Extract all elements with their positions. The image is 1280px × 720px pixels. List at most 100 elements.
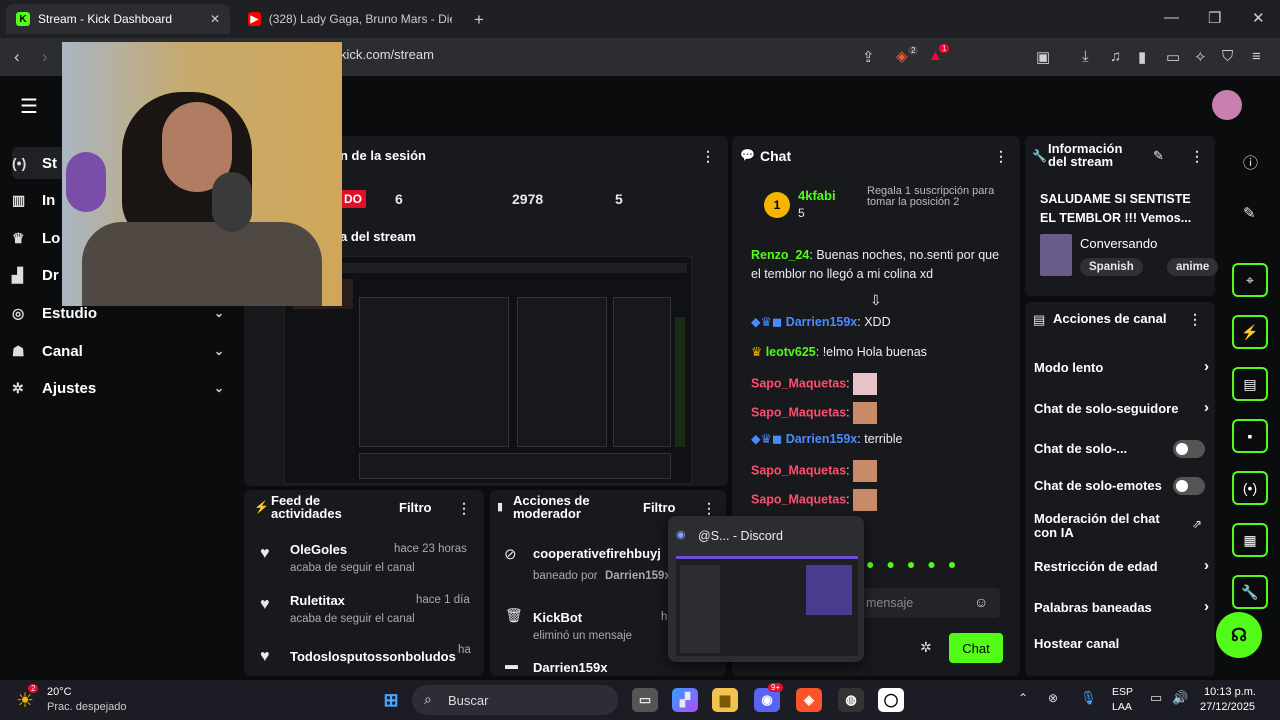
- rail-button-notes[interactable]: ▤: [1232, 367, 1268, 401]
- close-tab-icon[interactable]: ✕: [210, 12, 220, 26]
- action-host-channel[interactable]: Hostear canal: [1034, 636, 1209, 651]
- ai-icon[interactable]: ✧: [1194, 48, 1207, 66]
- close-window-icon[interactable]: ✕: [1252, 9, 1265, 27]
- filter-button[interactable]: Filtro: [643, 500, 676, 515]
- display-icon[interactable]: ▭: [1150, 690, 1162, 706]
- back-icon[interactable]: ‹: [14, 47, 20, 67]
- filter-button[interactable]: Filtro: [399, 500, 432, 515]
- emote-bar[interactable]: ●●●●●: [866, 556, 1006, 574]
- rail-button-tools[interactable]: 🔧: [1232, 575, 1268, 609]
- kebab-icon[interactable]: ⋮: [1190, 148, 1204, 165]
- new-tab-icon[interactable]: +: [474, 10, 484, 30]
- mod-item-name[interactable]: KickBot: [533, 610, 582, 625]
- sidebar-item-channel[interactable]: ☗ Canal ⌄: [12, 335, 232, 367]
- action-emotes-only[interactable]: Chat de solo-emotes: [1034, 477, 1209, 495]
- chat-username[interactable]: Renzo_24: [751, 248, 809, 262]
- chat-username[interactable]: Darrien159x: [786, 432, 858, 446]
- stream-preview-video[interactable]: [284, 256, 692, 484]
- toggle-emotes-only[interactable]: [1173, 477, 1205, 495]
- language-indicator[interactable]: ESP: [1112, 686, 1133, 698]
- music-icon[interactable]: ♫: [1110, 48, 1121, 65]
- chat-input[interactable]: mensaje ☺: [860, 588, 1000, 618]
- pencil-icon[interactable]: ✎: [1243, 204, 1256, 222]
- action-subs-only[interactable]: Chat de solo-...: [1034, 440, 1209, 458]
- rail-button-capture[interactable]: ⌖: [1232, 263, 1268, 297]
- tab-kick-dashboard[interactable]: K Stream - Kick Dashboard ✕: [6, 4, 230, 34]
- download-icon[interactable]: ⤓: [1082, 48, 1089, 65]
- gifter-count: 5: [798, 206, 805, 220]
- sidebar-icon[interactable]: ▮: [1138, 48, 1146, 66]
- kebab-icon[interactable]: ⋮: [457, 500, 471, 517]
- scroll-down-icon[interactable]: ⇩: [870, 292, 882, 309]
- clock-time[interactable]: 10:13 p.m.: [1204, 686, 1256, 698]
- chevron-up-icon[interactable]: ⌃: [1018, 691, 1028, 705]
- task-view-icon[interactable]: ▭: [632, 688, 658, 712]
- gifter-name[interactable]: 4kfabi: [798, 188, 836, 203]
- menu-icon[interactable]: ≡: [1252, 48, 1261, 65]
- feed-item-name[interactable]: Ruletitax: [290, 593, 345, 608]
- discord-preview-popup[interactable]: ◉ @S... - Discord: [668, 516, 864, 662]
- kebab-icon[interactable]: ⋮: [1188, 311, 1202, 328]
- feed-item-name[interactable]: Todoslosputossonboludos: [290, 649, 456, 664]
- chat-username[interactable]: leotv625: [766, 345, 816, 359]
- action-banned-words[interactable]: Palabras baneadas ›: [1034, 598, 1209, 615]
- m365-icon[interactable]: ▞: [672, 688, 698, 712]
- tag-chip[interactable]: anime: [1167, 258, 1219, 276]
- pencil-icon[interactable]: ✎: [1153, 148, 1164, 164]
- url-field[interactable]: kick.com/stream: [340, 47, 434, 62]
- microphone-icon[interactable]: 🎙: [1080, 690, 1097, 706]
- minimize-icon[interactable]: —: [1164, 9, 1179, 26]
- avatar[interactable]: [1212, 90, 1242, 120]
- send-chat-button[interactable]: Chat: [949, 633, 1003, 663]
- kebab-icon[interactable]: ⋮: [702, 500, 716, 517]
- vpn-icon[interactable]: ⛉: [1222, 48, 1233, 65]
- file-explorer-icon[interactable]: ▆: [712, 688, 738, 712]
- action-followers-only[interactable]: Chat de solo-seguidore ›: [1034, 399, 1209, 416]
- chat-username[interactable]: Sapo_Maquetas: [751, 376, 846, 390]
- app-icon[interactable]: ◯: [878, 688, 904, 712]
- chat-message: Sapo_Maquetas:: [751, 460, 878, 482]
- chat-username[interactable]: Sapo_Maquetas: [751, 492, 846, 506]
- action-age-restriction[interactable]: Restricción de edad ›: [1034, 557, 1209, 574]
- brave-shield-icon[interactable]: ◈: [896, 47, 908, 65]
- rail-button-layout[interactable]: ▦: [1232, 523, 1268, 557]
- mod-item-by[interactable]: Darrien159x: [605, 570, 671, 582]
- toggle-subs-only[interactable]: [1173, 440, 1205, 458]
- feed-item-time: hace 1 día: [416, 594, 470, 606]
- emoji-icon[interactable]: ☺: [974, 594, 988, 610]
- share-icon[interactable]: ⇪: [862, 48, 875, 66]
- kebab-icon[interactable]: ⋮: [701, 148, 715, 165]
- action-slow-mode[interactable]: Modo lento ›: [1034, 358, 1209, 375]
- chat-username[interactable]: Sapo_Maquetas: [751, 463, 846, 477]
- category-name[interactable]: Conversando: [1080, 236, 1157, 251]
- obs-icon[interactable]: ◍: [838, 688, 864, 712]
- kebab-icon[interactable]: ⋮: [994, 148, 1008, 165]
- chat-username[interactable]: Sapo_Maquetas: [751, 405, 846, 419]
- rail-button-broadcast[interactable]: (•): [1232, 471, 1268, 505]
- action-ai-moderation[interactable]: Moderación del chat con IA: [1034, 512, 1174, 540]
- windows-start-icon[interactable]: ⊞: [378, 688, 404, 712]
- wallet-icon[interactable]: ▭: [1166, 48, 1180, 66]
- brave-icon[interactable]: ◈: [796, 688, 822, 712]
- support-button[interactable]: ☊: [1216, 612, 1262, 658]
- sidebar-item-settings[interactable]: ✲ Ajustes ⌄: [12, 372, 232, 404]
- external-link-icon[interactable]: ⇗: [1192, 517, 1202, 531]
- feed-item-name[interactable]: OleGoles: [290, 542, 347, 557]
- tab-youtube[interactable]: ▶ (328) Lady Gaga, Bruno Mars - Die W: [238, 4, 462, 34]
- volume-icon[interactable]: 🔊: [1172, 690, 1188, 706]
- hamburger-icon[interactable]: ☰: [20, 94, 38, 119]
- tag-chip[interactable]: Spanish: [1080, 258, 1143, 276]
- info-icon[interactable]: ⓘ: [1243, 152, 1258, 173]
- mod-item-name[interactable]: Darrien159x: [533, 660, 607, 675]
- gear-icon[interactable]: ✲: [920, 639, 932, 656]
- clock-date[interactable]: 27/12/2025: [1200, 701, 1255, 713]
- network-icon[interactable]: ⊗: [1048, 691, 1058, 705]
- reader-icon[interactable]: ▣: [1036, 48, 1050, 66]
- forward-icon[interactable]: ›: [42, 47, 48, 67]
- rail-button-bolt[interactable]: ⚡: [1232, 315, 1268, 349]
- rail-button-chat[interactable]: ▪: [1232, 419, 1268, 453]
- taskbar-search[interactable]: ⌕ Buscar: [412, 685, 618, 715]
- mod-item-name[interactable]: cooperativefirehbuyj: [533, 546, 661, 561]
- maximize-icon[interactable]: ❐: [1208, 9, 1221, 27]
- chat-username[interactable]: Darrien159x: [786, 315, 858, 329]
